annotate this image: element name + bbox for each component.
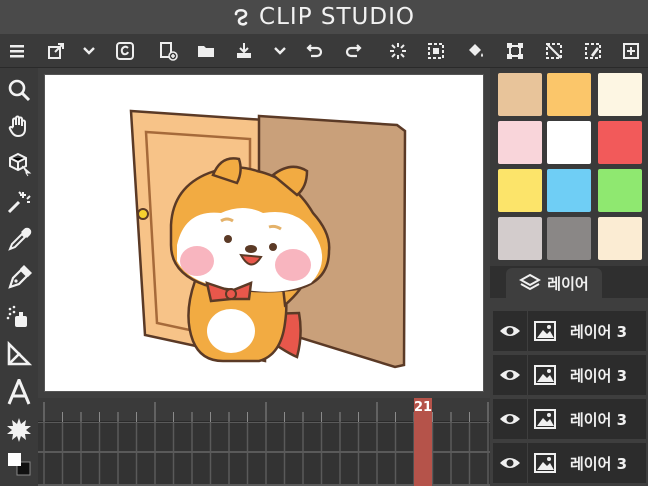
image-layer-icon <box>534 408 556 430</box>
color-swatch[interactable] <box>547 217 591 260</box>
layer-item[interactable]: 레이어 3 <box>528 399 646 439</box>
visibility-eye-icon[interactable] <box>493 399 527 439</box>
clear-selection-icon[interactable] <box>386 39 410 63</box>
color-swatch[interactable] <box>598 217 642 260</box>
image-layer-icon <box>534 364 556 386</box>
layer-item[interactable]: 레이어 3 <box>528 311 646 351</box>
current-frame-label: 21 <box>414 400 433 415</box>
color-swatch[interactable] <box>547 169 591 212</box>
current-frame-marker[interactable]: 21 <box>414 398 432 486</box>
ruler-icon[interactable] <box>5 340 33 368</box>
layer-list: 레이어 3 레이어 3 레이어 3 레이어 3 <box>490 298 648 486</box>
color-swatch[interactable] <box>598 73 642 116</box>
hand-icon[interactable] <box>5 112 33 140</box>
layer-name: 레이어 3 <box>570 410 628 429</box>
visibility-eye-icon[interactable] <box>493 355 527 395</box>
undo-icon[interactable] <box>303 39 327 63</box>
layer-item[interactable]: 레이어 3 <box>528 355 646 395</box>
color-swatch[interactable] <box>498 73 542 116</box>
layer-row[interactable]: 레이어 3 <box>490 398 648 440</box>
color-swatch[interactable] <box>547 121 591 164</box>
decoration-icon[interactable] <box>5 416 33 444</box>
save-icon[interactable] <box>232 39 256 63</box>
app-logo: CLIP STUDIO <box>233 4 415 30</box>
open-folder-icon[interactable] <box>194 39 218 63</box>
layers-icon <box>519 273 542 291</box>
visibility-eye-icon[interactable] <box>493 311 527 351</box>
layer-name: 레이어 3 <box>570 366 628 385</box>
app-title: CLIP STUDIO <box>259 4 415 30</box>
paint-selection-icon[interactable] <box>581 39 605 63</box>
color-swatch[interactable] <box>598 121 642 164</box>
selection-launcher-icon[interactable] <box>619 39 643 63</box>
redo-icon[interactable] <box>341 39 365 63</box>
timeline[interactable]: 21 <box>38 398 490 486</box>
export-icon[interactable] <box>44 39 68 63</box>
eyedropper-icon[interactable] <box>5 226 33 254</box>
title-bar: CLIP STUDIO <box>0 0 648 34</box>
image-layer-icon <box>534 452 556 474</box>
object-select-icon[interactable] <box>5 150 33 178</box>
layer-row[interactable]: 레이어 3 <box>490 310 648 352</box>
text-icon[interactable] <box>5 378 33 406</box>
color-swatch[interactable] <box>498 121 542 164</box>
canvas-area[interactable] <box>38 68 490 398</box>
drawing-canvas[interactable] <box>44 74 484 392</box>
airbrush-icon[interactable] <box>5 302 33 330</box>
color-swatch[interactable] <box>498 169 542 212</box>
color-swap-icon[interactable] <box>5 450 33 478</box>
layer-name: 레이어 3 <box>570 454 628 473</box>
transform-icon[interactable] <box>503 39 527 63</box>
color-swatch[interactable] <box>498 217 542 260</box>
deselect-icon[interactable] <box>542 39 566 63</box>
layer-item[interactable]: 레이어 3 <box>528 443 646 483</box>
clip-studio-logo-icon <box>234 8 248 26</box>
color-palette <box>490 68 648 266</box>
layer-panel: 레이어 레이어 3 레이어 3 레이어 3 레이어 3 <box>490 266 648 486</box>
new-file-icon[interactable] <box>156 39 180 63</box>
tab-layers[interactable]: 레이어 <box>506 268 602 298</box>
menu-icon[interactable] <box>5 39 29 63</box>
clip-studio-icon[interactable] <box>113 39 137 63</box>
layer-name: 레이어 3 <box>570 322 628 341</box>
chevron-down-icon[interactable] <box>77 39 101 63</box>
image-layer-icon <box>534 320 556 342</box>
magic-wand-icon[interactable] <box>5 188 33 216</box>
fill-icon[interactable] <box>463 39 487 63</box>
command-bar <box>0 34 648 68</box>
chevron-down-icon-2[interactable] <box>268 39 292 63</box>
layer-row[interactable]: 레이어 3 <box>490 442 648 484</box>
color-swatch[interactable] <box>598 169 642 212</box>
tool-palette <box>0 68 38 486</box>
select-invert-icon[interactable] <box>424 39 448 63</box>
layer-row[interactable]: 레이어 3 <box>490 354 648 396</box>
pen-icon[interactable] <box>5 264 33 292</box>
artwork <box>129 109 407 369</box>
visibility-eye-icon[interactable] <box>493 443 527 483</box>
color-swatch[interactable] <box>547 73 591 116</box>
tab-layers-label: 레이어 <box>547 274 589 293</box>
zoom-icon[interactable] <box>5 76 33 104</box>
